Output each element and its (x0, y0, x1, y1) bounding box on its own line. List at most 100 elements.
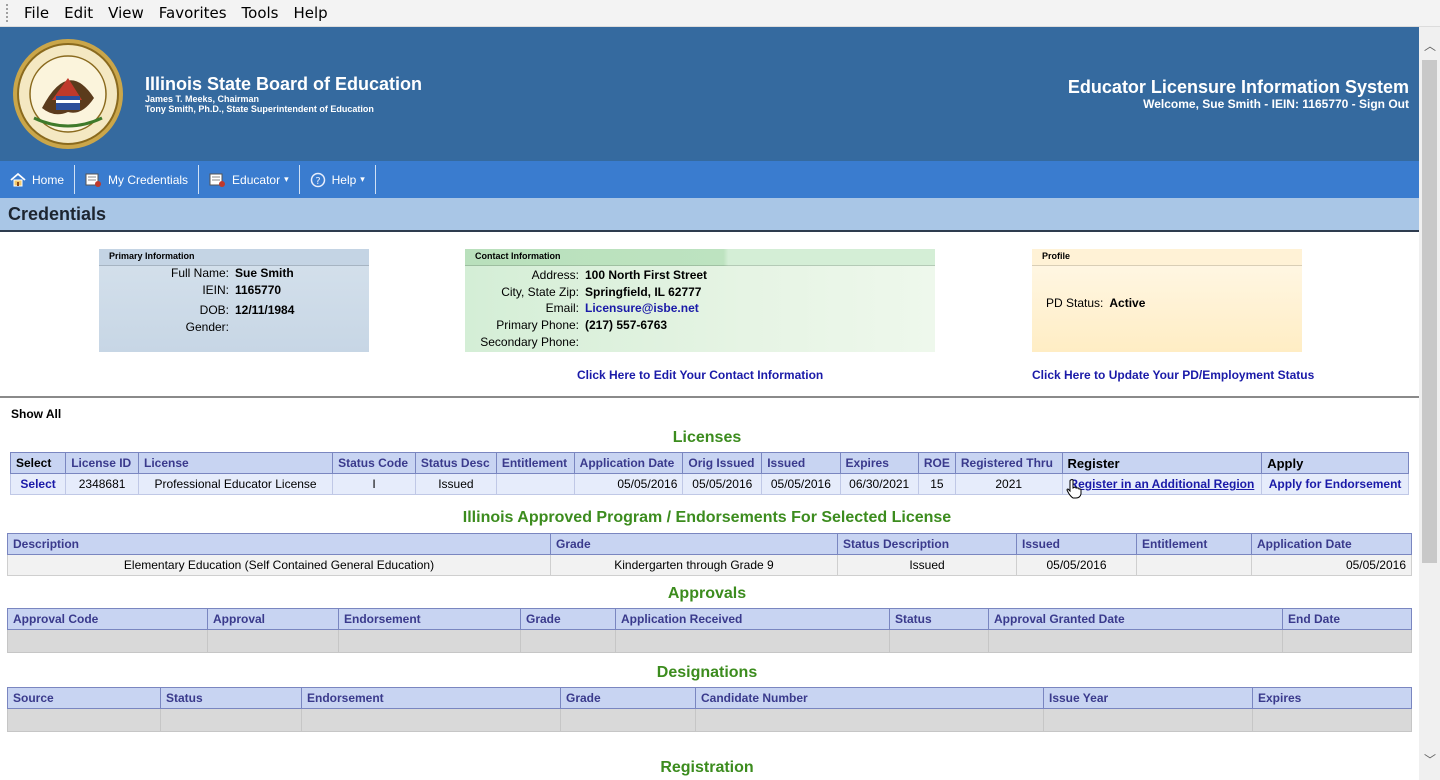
page-title-bar: Credentials (0, 198, 1419, 232)
menu-file[interactable]: File (16, 4, 56, 22)
org-superintendent: Tony Smith, Ph.D., State Superintendent … (145, 104, 374, 114)
status-desc-cell: Issued (414, 473, 497, 495)
show-all-link[interactable]: Show All (11, 407, 61, 421)
entitlement-cell (495, 473, 575, 495)
iein-value: 1165770 (235, 283, 282, 297)
menu-tools[interactable]: Tools (234, 4, 286, 22)
col-license-id: License ID (65, 452, 140, 474)
section-divider (0, 396, 1419, 398)
table-row: Select 2348681 Professional Educator Lic… (9, 473, 1409, 495)
city-state-zip-label: City, State Zip: (501, 285, 579, 299)
col-entitlement: Entitlement (1136, 533, 1252, 555)
roe-cell: 15 (917, 473, 956, 495)
gender-row: Gender: (99, 320, 235, 334)
col-status: Status (889, 608, 989, 630)
col-grade: Grade (560, 687, 696, 709)
col-application-date: Application Date (1251, 533, 1412, 555)
state-seal-logo (13, 39, 123, 149)
email-link[interactable]: Licensure@isbe.net (585, 301, 699, 315)
col-grade: Grade (550, 533, 838, 555)
gender-label: Gender: (185, 320, 229, 334)
application-date-cell: 05/05/2016 (573, 473, 684, 495)
col-candidate-number: Candidate Number (695, 687, 1044, 709)
col-license: License (138, 452, 334, 474)
endorsements-table: Description Grade Status Description Iss… (7, 533, 1412, 576)
license-cell: Professional Educator License (138, 473, 334, 495)
scroll-up-icon[interactable]: ︿ (1424, 37, 1436, 54)
home-icon (10, 172, 26, 186)
entitlement-cell (1136, 554, 1252, 576)
col-end-date: End Date (1282, 608, 1412, 630)
table-header-row: Source Status Endorsement Grade Candidat… (7, 687, 1412, 709)
apply-for-endorsement-link[interactable]: Apply for Endorsement (1269, 477, 1402, 491)
description-cell: Elementary Education (Self Contained Gen… (7, 554, 551, 576)
col-issue-year: Issue Year (1043, 687, 1253, 709)
dob-label: DOB: (199, 303, 229, 317)
primary-information-card: Primary Information Full Name: Sue Smith … (99, 249, 369, 352)
table-row (7, 629, 1412, 653)
col-orig-issued: Orig Issued (682, 452, 763, 474)
dob-row: DOB: 12/11/1984 (99, 303, 295, 317)
nav-home[interactable]: Home (0, 165, 76, 194)
nav-educator[interactable]: Educator ▾ (199, 165, 300, 194)
profile-title: Profile (1032, 249, 1302, 266)
col-entitlement: Entitlement (495, 452, 575, 474)
col-grade: Grade (520, 608, 616, 630)
primary-phone-label: Primary Phone: (496, 318, 579, 332)
menu-help[interactable]: Help (286, 4, 335, 22)
welcome-signout[interactable]: Welcome, Sue Smith - IEIN: 1165770 - Sig… (1143, 97, 1409, 111)
nav-home-label: Home (32, 172, 65, 187)
select-license-link[interactable]: Select (20, 477, 55, 491)
edit-contact-link[interactable]: Click Here to Edit Your Contact Informat… (577, 368, 823, 382)
help-icon: ? (310, 172, 325, 187)
city-state-zip-value: Springfield, IL 62777 (585, 285, 702, 299)
menu-view[interactable]: View (100, 4, 151, 22)
secondary-phone-row: Secondary Phone: (465, 335, 585, 349)
nav-educator-label: Educator (232, 172, 281, 187)
hand-cursor-icon (1066, 479, 1082, 499)
designations-table: Source Status Endorsement Grade Candidat… (7, 687, 1412, 732)
scrollbar-thumb[interactable] (1422, 60, 1437, 563)
col-application-received: Application Received (615, 608, 890, 630)
address-row: Address: 100 North First Street (465, 268, 707, 282)
nav-help-label: Help (331, 172, 357, 187)
col-issued: Issued (1016, 533, 1137, 555)
col-status-description: Status Description (837, 533, 1017, 555)
chevron-down-icon: ▾ (284, 174, 289, 184)
license-id-cell: 2348681 (65, 473, 140, 495)
menu-favorites[interactable]: Favorites (151, 4, 234, 22)
page-title: Credentials (8, 204, 107, 224)
contact-information-card: Contact Information Address: 100 North Fi… (465, 249, 935, 352)
nav-my-credentials[interactable]: My Credentials (75, 165, 200, 194)
vertical-scrollbar[interactable]: ︿ ﹀ (1419, 27, 1440, 780)
licenses-table: Select License ID License Status Code St… (9, 452, 1409, 495)
profile-card: Profile PD Status: Active (1032, 249, 1302, 352)
city-state-zip-row: City, State Zip: Springfield, IL 62777 (465, 285, 701, 299)
col-description: Description (7, 533, 551, 555)
primary-phone-row: Primary Phone: (217) 557-6763 (465, 318, 667, 332)
table-row (7, 708, 1412, 732)
secondary-phone-label: Secondary Phone: (480, 335, 579, 349)
address-value: 100 North First Street (585, 268, 708, 282)
col-source: Source (7, 687, 161, 709)
table-header-row: Select License ID License Status Code St… (9, 452, 1409, 474)
status-description-cell: Issued (837, 554, 1017, 576)
register-additional-region-link[interactable]: Register in an Additional Region (1069, 477, 1254, 491)
col-status-code: Status Code (332, 452, 416, 474)
col-endorsement: Endorsement (338, 608, 521, 630)
menu-edit[interactable]: Edit (56, 4, 100, 22)
designations-title: Designations (656, 664, 758, 681)
licenses-title: Licenses (672, 429, 742, 446)
expires-cell: 06/30/2021 (839, 473, 919, 495)
nav-help[interactable]: ? Help ▾ (300, 165, 376, 194)
registered-thru-cell: 2021 (954, 473, 1063, 495)
system-title: Educator Licensure Information System (1067, 77, 1409, 97)
pd-status-row: PD Status: Active (1046, 296, 1145, 310)
menu-bar: File Edit View Favorites Tools Help (0, 0, 1440, 27)
col-expires: Expires (1252, 687, 1412, 709)
col-roe: ROE (917, 452, 956, 474)
scroll-down-icon[interactable]: ﹀ (1424, 751, 1436, 768)
issued-cell: 05/05/2016 (1016, 554, 1137, 576)
col-expires: Expires (839, 452, 919, 474)
update-pd-status-link[interactable]: Click Here to Update Your PD/Employment … (1032, 368, 1314, 382)
